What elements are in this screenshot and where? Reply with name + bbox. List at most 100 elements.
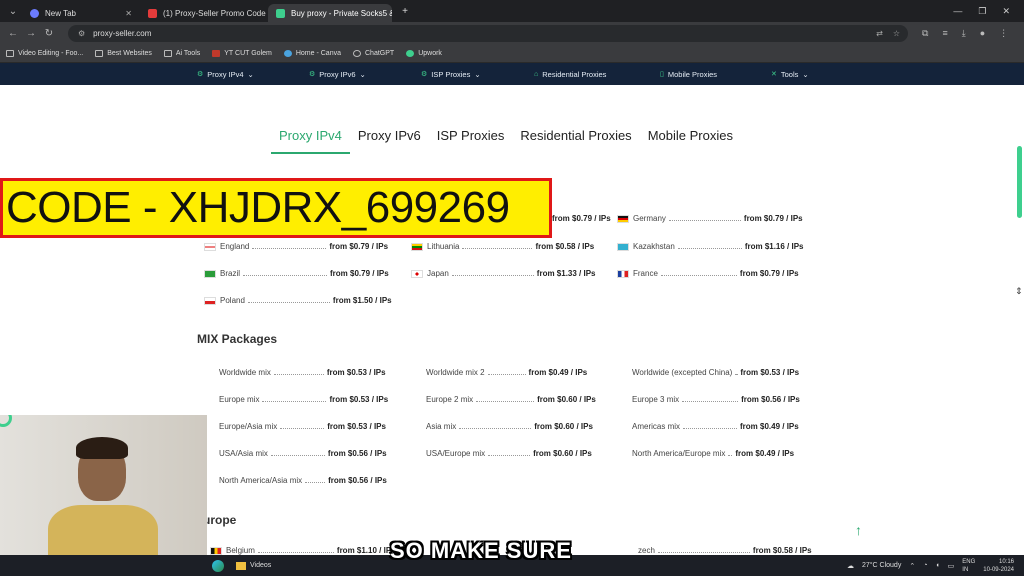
country-item-germany[interactable]: Germany from $0.79 / IPs xyxy=(617,214,803,223)
tab-promo-video[interactable]: (1) Proxy-Seller Promo Code -✕ xyxy=(140,4,268,22)
mix-item[interactable]: Asia mix from $0.60 / IPs xyxy=(426,422,593,431)
edge-icon[interactable] xyxy=(212,559,224,572)
tab-residential-proxies[interactable]: Residential Proxies xyxy=(512,128,639,154)
mix-item[interactable]: USA/Asia mix from $0.56 / IPs xyxy=(219,449,387,458)
country-item-japan[interactable]: Japan from $1.33 / IPs xyxy=(411,269,596,278)
nav-isp-proxies[interactable]: ⚙ ISP Proxies ⌄ xyxy=(421,70,534,79)
mix-item[interactable]: Europe mix from $0.53 / IPs xyxy=(219,395,388,404)
video-caption: SO MAKE SURE xyxy=(390,538,572,563)
volume-icon[interactable]: ◖ xyxy=(935,562,939,569)
url-field[interactable]: ⚙ proxy-seller.com ⇄ ☆ xyxy=(68,25,908,42)
bookmark-star-icon[interactable]: ☆ xyxy=(893,29,900,38)
minimize-icon[interactable]: — xyxy=(953,6,962,17)
close-window-icon[interactable]: ✕ xyxy=(1002,6,1010,17)
nav-residential-proxies[interactable]: ⌂ Residential Proxies xyxy=(534,70,660,79)
battery-icon[interactable]: ▭ xyxy=(948,562,955,570)
mix-item[interactable]: North America/Asia mix from $0.56 / IPs xyxy=(219,476,387,485)
download-icon[interactable]: ⤓ xyxy=(962,28,966,39)
forward-icon[interactable]: → xyxy=(22,28,40,39)
site-info-icon[interactable]: ⚙ xyxy=(78,29,85,38)
mix-name: North America/Asia mix xyxy=(219,476,303,485)
tab-proxy-ipv6[interactable]: Proxy IPv6 xyxy=(350,128,429,154)
price-label: from $1.33 / IPs xyxy=(536,269,596,278)
country-name: Germany xyxy=(633,214,666,223)
country-item-hidden[interactable]: from $0.79 / IPs xyxy=(552,214,611,223)
new-tab-button[interactable]: + xyxy=(396,6,414,17)
england-flag-icon xyxy=(204,242,216,251)
country-item-kazakhstan[interactable]: Kazakhstan from $1.16 / IPs xyxy=(617,242,804,251)
bookmark-upwork[interactable]: Upwork xyxy=(406,50,442,57)
tools-icon: ✕ xyxy=(771,71,777,78)
country-item-belgium[interactable]: Belgium from $1.10 / IP xyxy=(210,546,391,555)
country-item-czech[interactable]: zech from $0.58 / IPs xyxy=(638,546,812,555)
bookmark-ai-tools[interactable]: Ai Tools xyxy=(163,50,200,57)
mix-item[interactable]: North America/Europe mix from $0.49 / IPs xyxy=(632,449,794,458)
country-item-poland[interactable]: Poland from $1.50 / IPs xyxy=(204,296,392,305)
mix-item[interactable]: Americas mix from $0.49 / IPs xyxy=(632,422,799,431)
lang-text: ENG xyxy=(962,558,976,565)
nav-tools[interactable]: ✕ Tools ⌄ xyxy=(771,70,809,79)
bookmark-yt-cut-golem[interactable]: YT CUT Golem xyxy=(212,50,272,57)
tab-proxy-ipv4[interactable]: Proxy IPv4 xyxy=(271,128,350,154)
tab-new-tab[interactable]: New Tab ✕ xyxy=(22,4,140,22)
bookmark-chatgpt[interactable]: ChatGPT xyxy=(353,50,394,57)
clock[interactable]: 10:16 10-09-2024 xyxy=(983,558,1014,574)
tab-search-icon[interactable]: ⌄ xyxy=(4,6,22,17)
price-label: from $0.79 / IPs xyxy=(330,269,389,278)
mix-name: Americas mix xyxy=(632,422,681,431)
country-item-england[interactable]: England from $0.79 / IPs xyxy=(204,242,388,251)
url-text: proxy-seller.com xyxy=(93,29,152,38)
reading-list-icon[interactable]: ≡ xyxy=(942,28,947,39)
menu-icon[interactable]: ⋮ xyxy=(999,28,1008,39)
mix-name: Europe 2 mix xyxy=(426,395,474,404)
weather-label[interactable]: 27°C Cloudy xyxy=(862,562,901,569)
nav-mobile-proxies[interactable]: ▯ Mobile Proxies xyxy=(660,70,771,79)
france-flag-icon xyxy=(617,269,629,278)
close-icon[interactable]: ✕ xyxy=(119,9,132,18)
wifi-icon[interactable]: ◔ xyxy=(923,562,927,569)
chevron-down-icon: ⌄ xyxy=(359,69,366,79)
language-indicator[interactable]: ENG IN xyxy=(962,558,975,574)
nav-proxy-ipv6[interactable]: ⚙ Proxy IPv6 ⌄ xyxy=(309,70,421,79)
country-name: Brazil xyxy=(220,269,241,278)
mix-item[interactable]: Europe/Asia mix from $0.53 / IPs xyxy=(219,422,386,431)
mix-item[interactable]: Worldwide (excepted China) from $0.53 / I… xyxy=(632,368,799,377)
tray-chevron-icon[interactable]: ⌃ xyxy=(909,562,915,570)
mix-item[interactable]: Europe 2 mix from $0.60 / IPs xyxy=(426,395,596,404)
isp-icon: ⚙ xyxy=(421,71,428,78)
mix-name: Europe mix xyxy=(219,395,260,404)
bookmark-best-websites[interactable]: Best Websites xyxy=(95,50,152,57)
bookmark-canva[interactable]: Home - Canva xyxy=(283,50,341,57)
restore-icon[interactable]: ❐ xyxy=(978,6,986,17)
bookmark-video-editing[interactable]: Video Editing - Foo... xyxy=(6,50,83,57)
omnibox-actions: ⇄ ☆ xyxy=(876,29,908,38)
country-item-france[interactable]: France from $0.79 / IPs xyxy=(617,269,799,278)
mix-name: Worldwide mix 2 xyxy=(426,368,485,377)
tab-proxy-seller[interactable]: Buy proxy - Private Socks5 & H✕ xyxy=(268,4,392,22)
mix-item[interactable]: Worldwide mix from $0.53 / IPs xyxy=(219,368,386,377)
tab-title: (1) Proxy-Seller Promo Code - xyxy=(163,8,268,18)
bookmark-label: YT CUT Golem xyxy=(224,50,272,57)
profile-icon[interactable]: ● xyxy=(980,28,985,39)
nav-proxy-ipv4[interactable]: ⚙ Proxy IPv4 ⌄ xyxy=(197,70,309,79)
webcam-overlay xyxy=(0,415,207,576)
tab-isp-proxies[interactable]: ISP Proxies xyxy=(429,128,513,154)
price-label: from $0.58 / IPs xyxy=(752,546,812,555)
clock-date: 10-09-2024 xyxy=(983,566,1014,573)
country-item-brazil[interactable]: Brazil from $0.79 / IPs xyxy=(204,269,389,278)
price-label: from $0.79 / IPs xyxy=(552,214,611,223)
page-scrollbar[interactable] xyxy=(1017,146,1022,218)
mix-item[interactable]: Europe 3 mix from $0.56 / IPs xyxy=(632,395,800,404)
mix-item[interactable]: Worldwide mix 2 from $0.49 / IPs xyxy=(426,368,587,377)
translate-icon[interactable]: ⇄ xyxy=(876,29,883,38)
mix-item[interactable]: USA/Europe mix from $0.60 / IPs xyxy=(426,449,592,458)
nav-label: Mobile Proxies xyxy=(667,69,718,79)
tab-mobile-proxies[interactable]: Mobile Proxies xyxy=(640,128,741,154)
scroll-to-top-icon[interactable]: ↑ xyxy=(855,522,862,538)
reload-icon[interactable]: ↻ xyxy=(40,28,58,39)
back-icon[interactable]: ← xyxy=(4,28,22,39)
extensions-icon[interactable]: ⧉ xyxy=(922,28,928,39)
videos-app[interactable]: Videos xyxy=(236,561,271,570)
country-item-lithuania[interactable]: Lithuania from $0.58 / IPs xyxy=(411,242,594,251)
kazakhstan-flag-icon xyxy=(617,242,629,251)
